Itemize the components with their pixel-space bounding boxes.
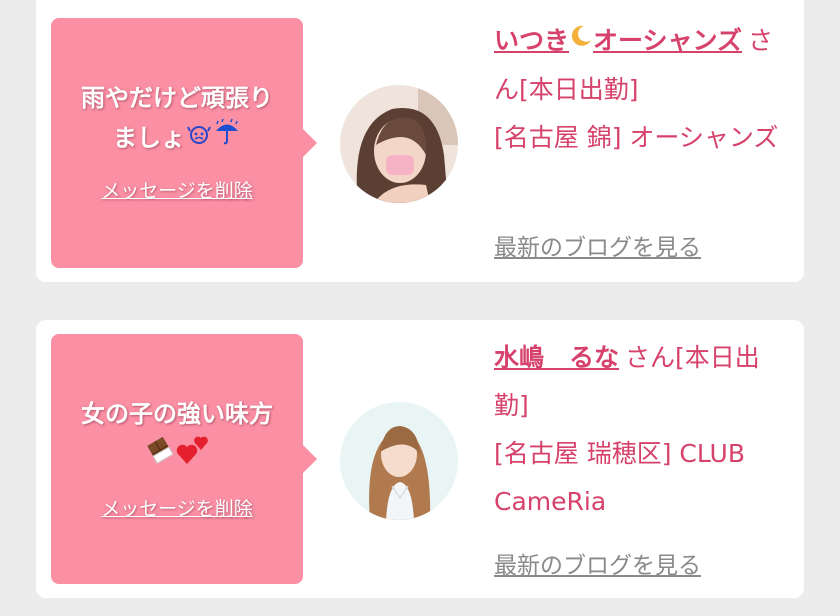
honorific: さん bbox=[625, 343, 676, 372]
message-card: 女の子の強い味方 メッセージを削除 水嶋 るな さん[本日出勤] [名古屋 瑞穂区… bbox=[36, 320, 804, 598]
two-hearts-icon bbox=[175, 434, 209, 480]
delete-message-link[interactable]: メッセージを削除 bbox=[51, 494, 303, 521]
message-line-1: 雨やだけど頑張り bbox=[81, 84, 273, 112]
message-bubble: 女の子の強い味方 メッセージを削除 bbox=[51, 334, 317, 584]
latest-blog-link[interactable]: 最新のブログを見る bbox=[494, 546, 701, 580]
cast-name-link[interactable]: いつき オーシャンズ bbox=[494, 25, 743, 55]
message-bubble: 雨やだけど頑張り ましょ メッセージを削除 bbox=[51, 18, 317, 268]
chocolate-bar-icon bbox=[145, 436, 175, 478]
shop-location: [名古屋 瑞穂区] CLUB CameRia bbox=[494, 439, 745, 516]
delete-message-link[interactable]: メッセージを削除 bbox=[51, 176, 303, 203]
profile-avatar[interactable] bbox=[340, 402, 458, 520]
message-line-2: ましょ bbox=[113, 124, 185, 152]
profile-avatar[interactable] bbox=[340, 85, 458, 203]
message-line-1: 女の子の強い味方 bbox=[81, 400, 273, 428]
message-text: 女の子の強い味方 bbox=[61, 394, 293, 480]
cast-name-part2: オーシャンズ bbox=[593, 26, 743, 55]
shop-location: [名古屋 錦] オーシャンズ bbox=[494, 123, 779, 152]
message-card: 雨やだけど頑張り ましょ メッセージを削除 いつき オーシャンズ さん[本日出勤] … bbox=[36, 0, 804, 282]
cast-info: いつき オーシャンズ さん[本日出勤] [名古屋 錦] オーシャンズ bbox=[494, 17, 794, 162]
cast-name-link[interactable]: 水嶋 るな bbox=[494, 343, 619, 372]
cast-info: 水嶋 るな さん[本日出勤] [名古屋 瑞穂区] CLUB CameRia bbox=[494, 334, 794, 526]
sweat-drops-icon bbox=[185, 119, 213, 159]
message-text: 雨やだけど頑張り ましょ bbox=[61, 78, 293, 160]
crescent-moon-icon bbox=[569, 18, 593, 66]
work-status: [本日出勤] bbox=[519, 75, 639, 104]
message-feed: 雨やだけど頑張り ましょ メッセージを削除 いつき オーシャンズ さん[本日出勤] … bbox=[0, 0, 840, 616]
avatar-photo bbox=[340, 402, 458, 520]
umbrella-rain-icon bbox=[213, 118, 241, 160]
cast-name-part1: いつき bbox=[494, 26, 570, 55]
avatar-photo bbox=[340, 85, 458, 203]
latest-blog-link[interactable]: 最新のブログを見る bbox=[494, 228, 701, 262]
